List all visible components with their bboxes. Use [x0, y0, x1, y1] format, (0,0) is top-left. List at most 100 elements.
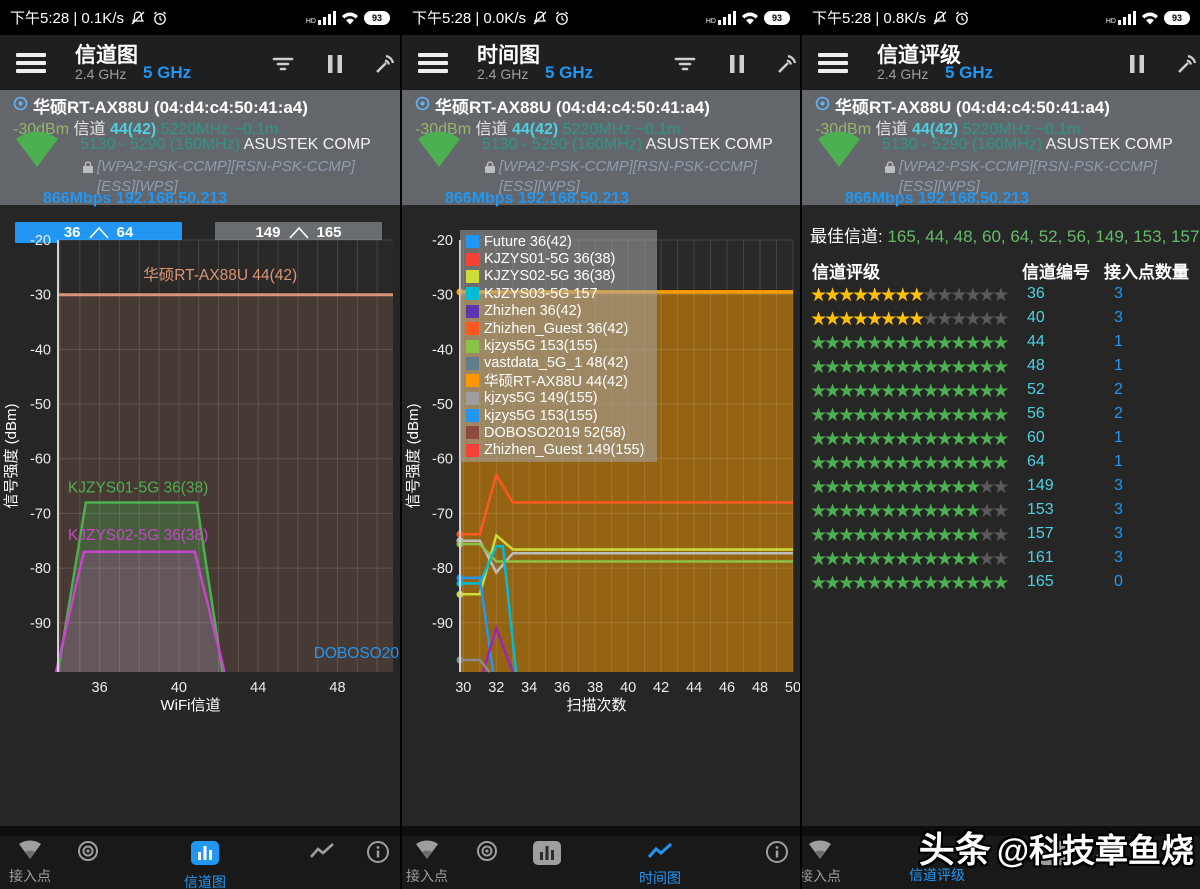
access-point-card[interactable]: 华硕RT-AX88U (04:d4:c4:50:41:a4) -30dBm 信道… [802, 90, 1200, 205]
pause-icon[interactable] [322, 51, 348, 77]
svg-text:40: 40 [171, 680, 187, 696]
ap-count: 1 [1114, 429, 1123, 447]
watermark: 头条@科技章鱼烧 [919, 821, 1194, 873]
ap-count: 3 [1114, 501, 1123, 519]
channel-number: 52 [1027, 381, 1045, 399]
menu-icon[interactable] [418, 49, 448, 75]
mute-icon [932, 10, 948, 26]
scan-icon[interactable] [1174, 51, 1200, 77]
ap-count: 3 [1114, 549, 1123, 567]
battery-icon: 93 [1164, 11, 1190, 25]
channel-number: 40 [1027, 309, 1045, 327]
legend-label: Zhizhen_Guest 36(42) [484, 321, 628, 337]
col-ap-count: 接入点数量 [1104, 258, 1189, 283]
nav-info[interactable] [742, 840, 800, 869]
bottom-nav: 接入点 时间图 [402, 836, 800, 889]
svg-text:42: 42 [653, 680, 669, 696]
legend-label: KJZYS02-5G 36(38) [484, 268, 615, 284]
nav-channel-graph[interactable]: 信道图 [170, 840, 240, 889]
star-rating: ★★★★★★★★★★★★★★ [810, 523, 1020, 547]
screen: 下午5:28 | 0.1K/s HD 93 信道图 2.4 GHz 5 GHz … [0, 0, 1200, 889]
status-bar: 下午5:28 | 0.0K/s HD 93 [402, 0, 800, 35]
bar-chart-icon [190, 840, 220, 866]
tab-5ghz[interactable]: 5 GHz [143, 63, 191, 83]
best-channels: 最佳信道: 165, 44, 48, 60, 64, 52, 56, 149, … [810, 222, 1200, 247]
channel-graph-chart[interactable]: 华硕RT-AX88U 44(42)KJZYS01-5G 36(38)KJZYS0… [0, 222, 400, 722]
legend-swatch [466, 357, 479, 370]
svg-text:44: 44 [686, 680, 702, 696]
info-icon [765, 840, 789, 864]
info-icon [366, 840, 390, 864]
ap-count: 0 [1114, 573, 1123, 591]
legend-label: Zhizhen_Guest 149(155) [484, 442, 644, 458]
tab-2-4ghz[interactable]: 2.4 GHz [877, 66, 928, 82]
legend-label: Zhizhen 36(42) [484, 303, 582, 319]
nav-label: 接入点 [400, 866, 462, 886]
rating-row: ★★★★★★★★★★★★★★641 [802, 451, 1200, 475]
nav-time-graph[interactable]: 时间图 [625, 840, 695, 888]
menu-icon[interactable] [16, 49, 46, 75]
filter-icon[interactable] [270, 51, 296, 77]
alarm-icon [152, 10, 168, 26]
bottom-nav: 接入点 信道图 [0, 836, 400, 889]
legend-item: kjzys5G 153(155) [466, 407, 657, 424]
legend-item: Zhizhen 36(42) [466, 303, 657, 320]
legend-item: Zhizhen_Guest 149(155) [466, 442, 657, 459]
legend-label: kjzys5G 149(155) [484, 390, 598, 406]
ap-status-icon [815, 96, 830, 111]
wifi-status-icon [341, 11, 359, 25]
svg-text:华硕RT-AX88U 44(42): 华硕RT-AX88U 44(42) [143, 266, 297, 284]
wifi-nav-icon [807, 840, 833, 860]
line-chart-icon [647, 840, 673, 862]
svg-text:34: 34 [521, 680, 537, 696]
star-rating: ★★★★★★★★★★★★★★ [810, 475, 1020, 499]
star-rating: ★★★★★★★★★★★★★★ [810, 283, 1020, 307]
star-rating: ★★★★★★★★★★★★★★ [810, 403, 1020, 427]
ap-count: 1 [1114, 357, 1123, 375]
tab-5ghz[interactable]: 5 GHz [945, 63, 993, 83]
svg-text:-80: -80 [432, 561, 453, 577]
pause-icon[interactable] [724, 51, 750, 77]
scan-icon[interactable] [372, 51, 398, 77]
rating-row: ★★★★★★★★★★★★★★481 [802, 355, 1200, 379]
tab-2-4ghz[interactable]: 2.4 GHz [477, 66, 528, 82]
legend-label: DOBOSO2019 52(58) [484, 425, 626, 441]
signal-icon [1118, 11, 1136, 25]
ap-count: 3 [1114, 477, 1123, 495]
ap-security: [WPA2-PSK-CCMP][RSN-PSK-CCMP] [899, 158, 1157, 175]
ap-freq-range: 5130 - 5290 (160MHz) [80, 136, 240, 153]
radar-icon [76, 840, 100, 864]
ap-link-speed: 866Mbps [845, 190, 913, 207]
channel-number: 157 [1027, 525, 1054, 543]
ap-count: 2 [1114, 381, 1123, 399]
svg-text:KJZYS01-5G 36(38): KJZYS01-5G 36(38) [68, 480, 208, 497]
wifi-status-icon [1141, 11, 1159, 25]
nav-channel-graph[interactable] [512, 840, 582, 871]
wifi-strength-icon [816, 132, 862, 168]
wifi-strength-icon [416, 132, 462, 168]
panel-channel-rating: 下午5:28 | 0.8K/s HD 93 信道评级 2.4 GHz 5 GHz… [800, 0, 1200, 889]
legend-item: kjzys5G 149(155) [466, 390, 657, 407]
ap-vendor: ASUSTEK COMP [646, 136, 773, 153]
tab-5ghz[interactable]: 5 GHz [545, 63, 593, 83]
svg-text:36: 36 [92, 680, 108, 696]
svg-text:48: 48 [329, 680, 345, 696]
nav-radar[interactable] [53, 840, 123, 869]
line-chart-icon [309, 840, 335, 862]
star-rating: ★★★★★★★★★★★★★★ [810, 379, 1020, 403]
access-point-card[interactable]: 华硕RT-AX88U (04:d4:c4:50:41:a4) -30dBm 信道… [0, 90, 400, 205]
menu-icon[interactable] [818, 49, 848, 75]
tab-2-4ghz[interactable]: 2.4 GHz [75, 66, 126, 82]
access-point-card[interactable]: 华硕RT-AX88U (04:d4:c4:50:41:a4) -30dBm 信道… [402, 90, 800, 205]
nav-access-points[interactable]: 接入点 [800, 840, 855, 886]
legend-item: KJZYS03-5G 157 [466, 285, 657, 302]
svg-text:50: 50 [785, 680, 800, 696]
legend-swatch [466, 253, 479, 266]
nav-info[interactable] [343, 840, 400, 869]
filter-icon[interactable] [672, 51, 698, 77]
scan-icon[interactable] [774, 51, 800, 77]
legend-item: Future 36(42) [466, 233, 657, 250]
pause-icon[interactable] [1124, 51, 1150, 77]
svg-text:-60: -60 [30, 452, 51, 468]
svg-text:信号强度 (dBm): 信号强度 (dBm) [405, 403, 422, 508]
